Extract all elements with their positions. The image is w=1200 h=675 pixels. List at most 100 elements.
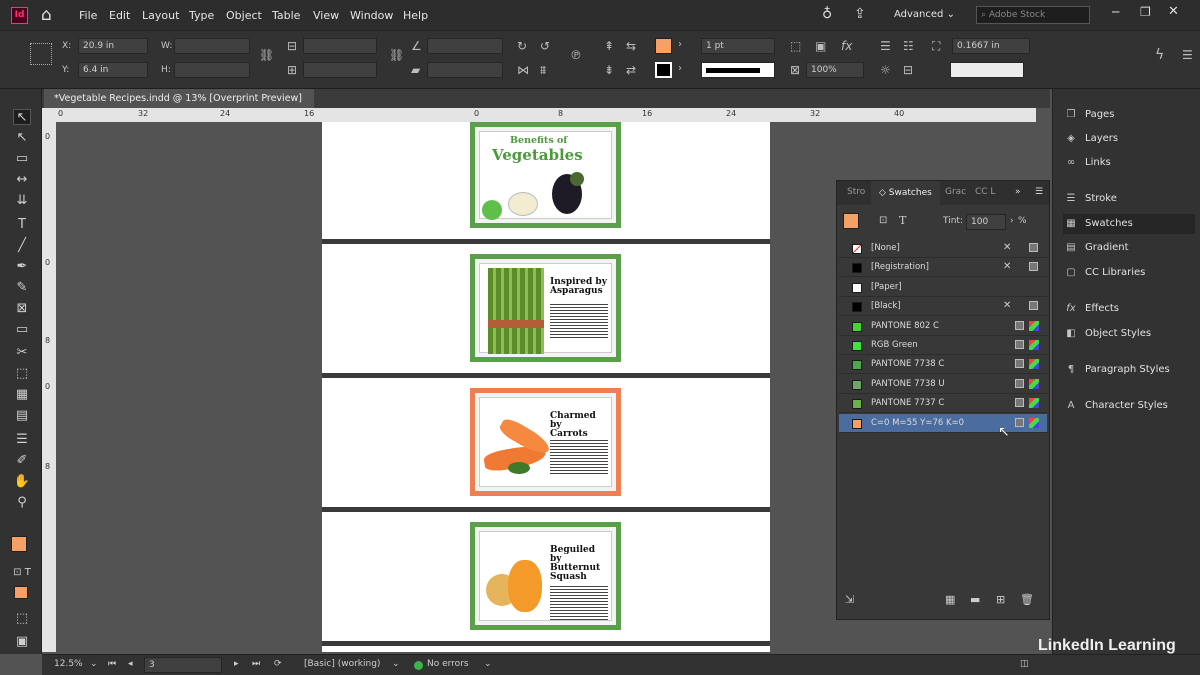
reference-point-icon[interactable] xyxy=(30,43,52,65)
y-field[interactable]: 6.4 in xyxy=(78,62,148,78)
lightbulb-icon[interactable]: ♁ xyxy=(822,6,832,22)
swatch-row[interactable]: PANTONE 7738 C xyxy=(839,355,1047,375)
menu-type[interactable]: Type xyxy=(189,9,214,22)
swatch-row[interactable]: [None] ✕ xyxy=(839,239,1047,258)
align-left-icon[interactable]: ☰ xyxy=(880,40,891,52)
dock-item-links[interactable]: ∞ Links xyxy=(1063,153,1195,173)
fill-swatch[interactable] xyxy=(655,38,672,54)
menu-table[interactable]: Table xyxy=(272,9,300,22)
close-window-button[interactable]: ✕ xyxy=(1168,4,1179,19)
select-content-icon[interactable]: ⇆ xyxy=(626,40,636,52)
menu-file[interactable]: File xyxy=(79,9,97,22)
dock-item-paragraph-styles[interactable]: ¶ Paragraph Styles xyxy=(1063,360,1195,380)
previous-page-icon[interactable]: ◂ xyxy=(128,659,133,669)
page-number-field[interactable]: 3 xyxy=(144,657,222,673)
select-next-icon[interactable]: ⇄ xyxy=(626,64,636,76)
preflight-errors[interactable]: No errors xyxy=(427,659,469,669)
new-swatch-icon[interactable]: ⊞ xyxy=(996,593,1005,606)
first-page-icon[interactable]: ⏮ xyxy=(108,659,116,669)
horizontal-ruler[interactable]: 0 32 24 16 0 8 16 24 32 40 xyxy=(42,108,1036,122)
last-page-icon[interactable]: ⏭ xyxy=(252,659,260,669)
opacity-field[interactable]: 100% xyxy=(806,62,864,78)
minimize-button[interactable]: ─ xyxy=(1112,5,1119,19)
scissors-tool-icon[interactable]: ✂ xyxy=(13,345,31,361)
tab-swatches[interactable]: ◇ Swatches xyxy=(871,181,940,205)
dock-item-stroke[interactable]: ☰ Stroke xyxy=(1063,189,1195,209)
tint-field[interactable]: 100 xyxy=(966,214,1006,230)
squash-card[interactable]: Beguiled by Butternut Squash xyxy=(470,522,621,630)
align-center-icon[interactable]: ☷ xyxy=(903,40,914,52)
flip-vertical-icon[interactable]: ⩩ xyxy=(540,64,546,76)
text-format-icon[interactable]: T xyxy=(899,214,906,227)
page-tool-icon[interactable]: ▭ xyxy=(13,151,31,167)
panel-menu-icon[interactable]: ☰ xyxy=(1035,187,1043,197)
dock-item-cc-libraries[interactable]: ▢ CC Libraries xyxy=(1063,263,1195,283)
rectangle-frame-tool-icon[interactable]: ⊠ xyxy=(13,301,31,317)
stroke-weight-field[interactable]: 1 pt xyxy=(701,38,775,54)
swatch-row[interactable]: [Paper] xyxy=(839,278,1047,297)
menu-window[interactable]: Window xyxy=(350,9,393,22)
gap-tool-icon[interactable]: ↔ xyxy=(13,172,31,188)
direct-select-content-icon[interactable]: ℗ xyxy=(570,49,582,61)
stroke-swatch[interactable] xyxy=(655,62,672,78)
formatting-affects-text-icon[interactable]: ⊡ T xyxy=(13,565,31,581)
stroke-type-dropdown[interactable] xyxy=(701,62,775,78)
rotate-field[interactable] xyxy=(427,38,503,54)
constrain-proportions-icon[interactable]: ⛓ xyxy=(259,49,274,61)
fill-dropdown-icon[interactable]: › xyxy=(678,39,682,51)
select-container-icon[interactable]: ⇞ xyxy=(604,40,614,52)
vertical-ruler[interactable]: 0 0 8 0 8 xyxy=(42,122,56,652)
shear-field[interactable] xyxy=(427,62,503,78)
dock-item-effects[interactable]: fx Effects xyxy=(1063,299,1195,319)
restore-button[interactable]: ❐ xyxy=(1140,5,1151,19)
rotate-ccw-icon[interactable]: ↺ xyxy=(540,40,550,52)
layout-view-icon[interactable]: ◫ xyxy=(1020,659,1029,669)
swatch-row[interactable]: PANTONE 7737 C xyxy=(839,394,1047,414)
swatch-row[interactable]: C=0 M=55 Y=76 K=0 xyxy=(839,413,1047,433)
new-color-group-icon[interactable]: ▬ xyxy=(970,593,980,606)
free-transform-tool-icon[interactable]: ⬚ xyxy=(13,366,31,382)
workspace-switcher[interactable]: Advanced ⌄ xyxy=(894,9,955,20)
tab-gradient[interactable]: Grac xyxy=(945,187,966,197)
eyedropper-tool-icon[interactable]: ✐ xyxy=(13,453,31,469)
page-3[interactable]: Charmed by Carrots xyxy=(322,378,770,512)
style-dropdown-icon[interactable]: ⌄ xyxy=(392,659,400,669)
fill-color-box[interactable] xyxy=(11,536,27,552)
w-field[interactable] xyxy=(174,38,250,54)
frame-fitting-icon[interactable]: ⬚ xyxy=(790,40,801,52)
tab-cc-libraries[interactable]: CC L xyxy=(975,187,995,197)
tint-arrow-icon[interactable]: › xyxy=(1010,216,1014,226)
rectangle-tool-icon[interactable]: ▭ xyxy=(13,322,31,338)
rotate-cw-icon[interactable]: ↻ xyxy=(517,40,527,52)
stroke-dropdown-icon[interactable]: › xyxy=(678,63,682,75)
corner-options-dropdown[interactable] xyxy=(950,62,1024,78)
zoom-tool-icon[interactable]: ⚲ xyxy=(13,495,31,511)
dock-item-pages[interactable]: ❐ Pages xyxy=(1063,105,1195,125)
page-4[interactable]: Beguiled by Butternut Squash xyxy=(322,512,770,646)
hand-tool-icon[interactable]: ✋ xyxy=(13,474,31,490)
dock-item-layers[interactable]: ◈ Layers xyxy=(1063,129,1195,149)
scale-x-field[interactable] xyxy=(303,38,377,54)
show-color-swatches-icon[interactable]: ▦ xyxy=(945,593,955,606)
pen-tool-icon[interactable]: ✒ xyxy=(13,259,31,275)
carrots-card[interactable]: Charmed by Carrots xyxy=(470,388,621,496)
swatch-row[interactable]: RGB Green xyxy=(839,336,1047,355)
tab-stroke[interactable]: Stro xyxy=(847,187,865,197)
stock-search-input[interactable]: ⌕ Adobe Stock xyxy=(976,6,1090,24)
view-mode-icon[interactable]: ⬚ xyxy=(13,611,31,627)
h-field[interactable] xyxy=(174,62,250,78)
drop-shadow-icon[interactable]: ☼ xyxy=(880,64,891,76)
show-all-swatches-icon[interactable]: ⇲ xyxy=(845,593,854,606)
menu-edit[interactable]: Edit xyxy=(109,9,130,22)
container-format-icon[interactable]: ⊡ xyxy=(879,215,887,226)
dock-item-character-styles[interactable]: A Character Styles xyxy=(1063,396,1195,416)
dock-item-object-styles[interactable]: ◧ Object Styles xyxy=(1063,324,1195,344)
menu-object[interactable]: Object xyxy=(226,9,262,22)
content-collector-icon[interactable]: ⇊ xyxy=(13,193,31,209)
menu-help[interactable]: Help xyxy=(403,9,428,22)
dock-item-swatches[interactable]: ▦ Swatches xyxy=(1063,214,1195,234)
swatch-row[interactable]: [Registration] ✕ xyxy=(839,258,1047,278)
x-field[interactable]: 20.9 in xyxy=(78,38,148,54)
swatch-row[interactable]: PANTONE 7738 U xyxy=(839,375,1047,394)
share-icon[interactable]: ⇪ xyxy=(854,6,866,22)
